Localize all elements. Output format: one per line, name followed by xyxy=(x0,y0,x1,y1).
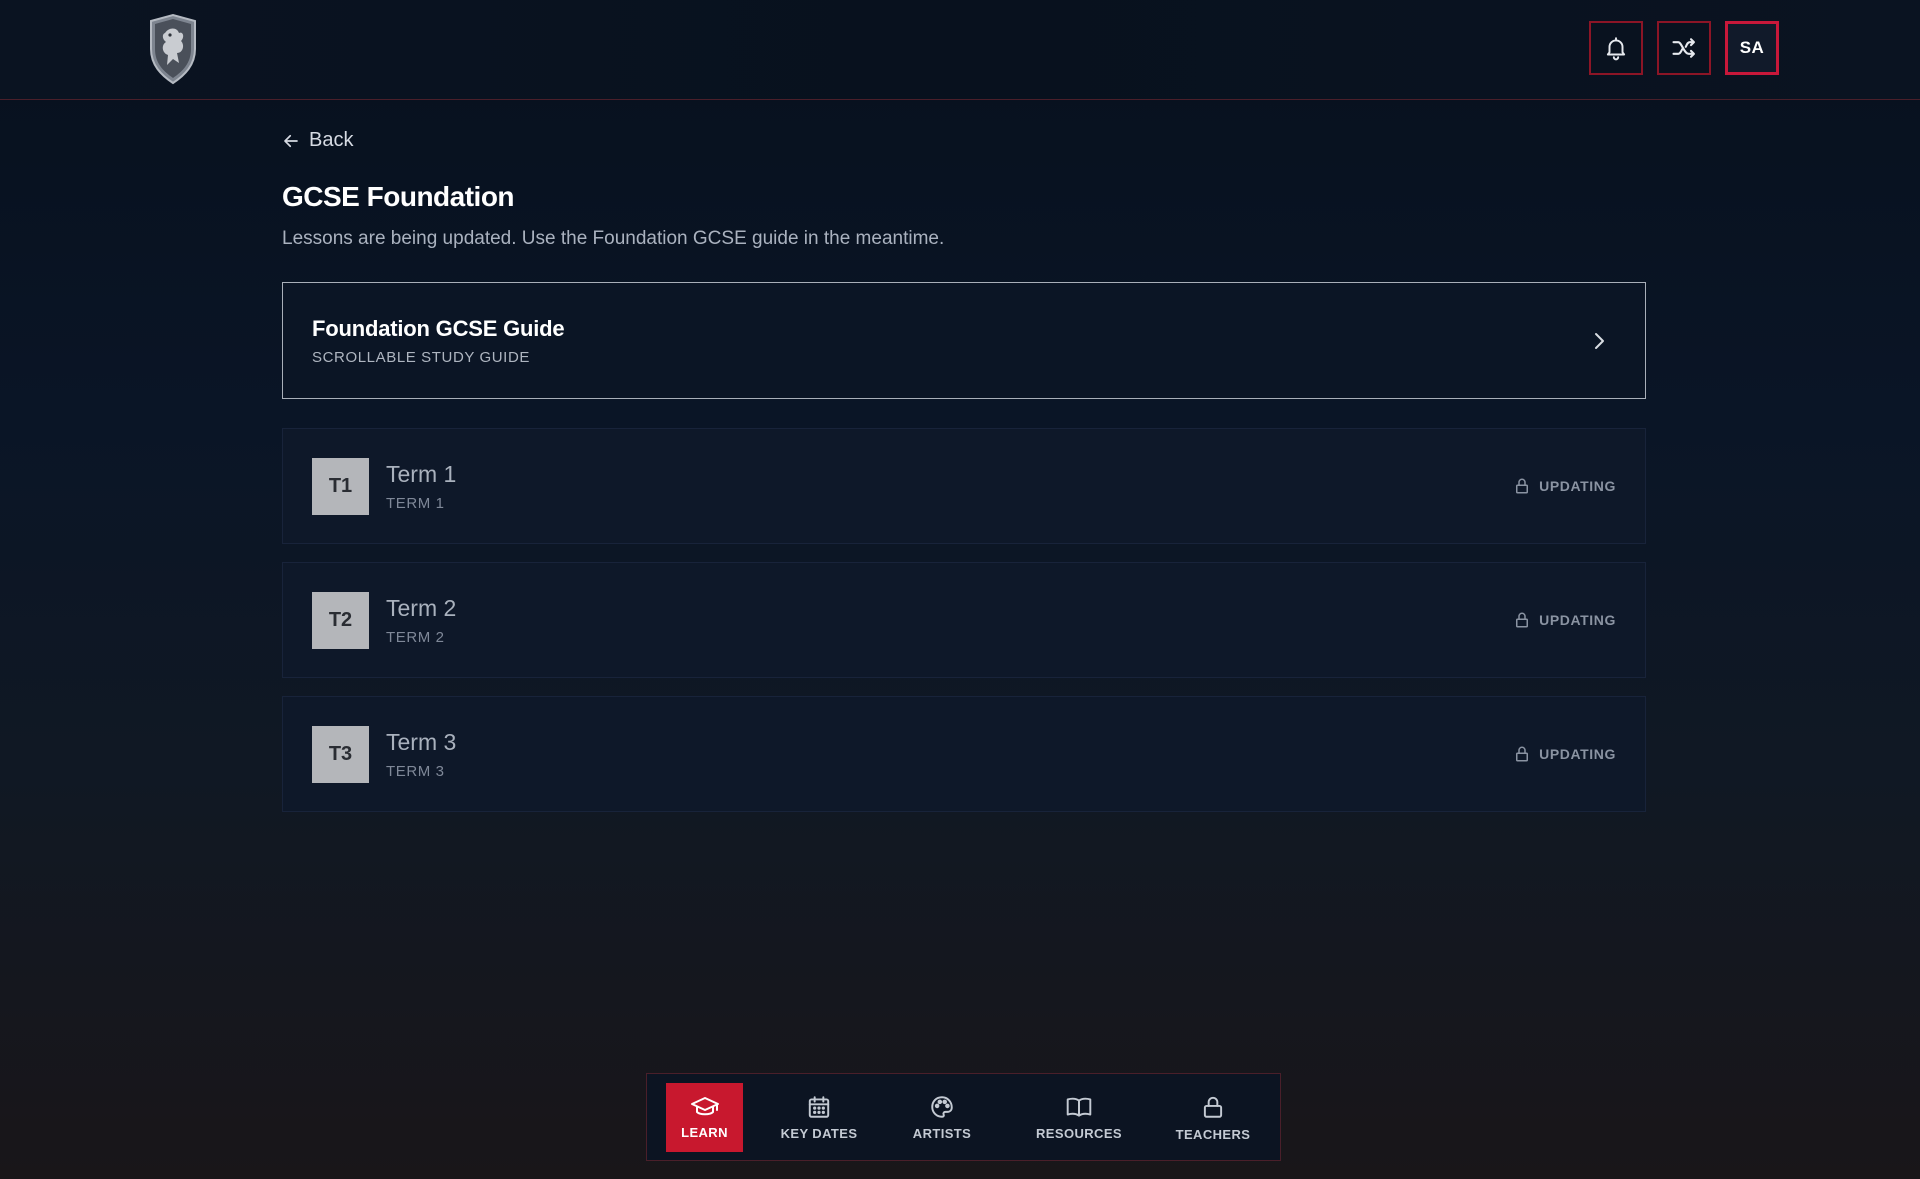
term-subtitle: TERM 1 xyxy=(386,495,445,512)
guide-title: Foundation GCSE Guide xyxy=(312,316,565,341)
nav-label: TEACHERS xyxy=(1175,1127,1251,1142)
term-subtitle: TERM 3 xyxy=(386,763,445,780)
arrow-left-icon xyxy=(284,134,298,147)
nav-label: RESOURCES xyxy=(1036,1126,1122,1141)
term-status: UPDATING xyxy=(1513,744,1616,764)
term-badge: T1 xyxy=(312,458,369,515)
term-card-2[interactable]: T2 Term 2 TERM 2 UPDATING xyxy=(282,562,1646,678)
nav-label: KEY DATES xyxy=(780,1126,858,1141)
lock-icon xyxy=(1203,1096,1223,1118)
term-subtitle: TERM 2 xyxy=(386,629,445,646)
nav-artists[interactable]: ARTISTS xyxy=(902,1083,982,1152)
avatar-initials: SA xyxy=(1739,38,1765,57)
status-label: UPDATING xyxy=(1539,612,1616,628)
term-status: UPDATING xyxy=(1513,610,1616,630)
term-status: UPDATING xyxy=(1513,476,1616,496)
back-label: Back xyxy=(309,129,354,151)
nav-label: LEARN xyxy=(681,1125,728,1140)
bottom-nav: LEARN KEY DATES ARTISTS RESOURCES TEACHE… xyxy=(646,1073,1281,1161)
term-title: Term 3 xyxy=(386,729,457,755)
nav-resources[interactable]: RESOURCES xyxy=(1029,1083,1129,1152)
foundation-guide-card[interactable]: Foundation GCSE Guide SCROLLABLE STUDY G… xyxy=(282,282,1646,399)
lock-icon xyxy=(1516,612,1529,628)
notifications-button[interactable] xyxy=(1589,21,1643,75)
lock-icon xyxy=(1516,478,1529,494)
avatar-button[interactable]: SA xyxy=(1725,21,1779,75)
shuffle-icon xyxy=(1672,38,1695,58)
nav-learn[interactable]: LEARN xyxy=(666,1083,743,1152)
palette-icon xyxy=(931,1096,953,1118)
top-bar: SA xyxy=(0,0,1920,100)
lock-icon xyxy=(1516,746,1529,762)
chevron-right-icon xyxy=(1595,333,1604,349)
status-label: UPDATING xyxy=(1539,478,1616,494)
page-subtitle: Lessons are being updated. Use the Found… xyxy=(282,228,945,249)
nav-key-dates[interactable]: KEY DATES xyxy=(771,1083,867,1152)
back-link[interactable]: Back xyxy=(282,129,353,152)
term-title: Term 2 xyxy=(386,595,457,621)
term-badge: T3 xyxy=(312,726,369,783)
term-title: Term 1 xyxy=(386,461,457,487)
shuffle-button[interactable] xyxy=(1657,21,1711,75)
term-badge: T2 xyxy=(312,592,369,649)
bell-icon xyxy=(1606,37,1626,61)
book-icon xyxy=(1066,1097,1092,1117)
term-card-1[interactable]: T1 Term 1 TERM 1 UPDATING xyxy=(282,428,1646,544)
guide-subtitle: SCROLLABLE STUDY GUIDE xyxy=(312,349,530,366)
status-label: UPDATING xyxy=(1539,746,1616,762)
nav-teachers[interactable]: TEACHERS xyxy=(1168,1083,1258,1152)
term-card-3[interactable]: T3 Term 3 TERM 3 UPDATING xyxy=(282,696,1646,812)
graduation-cap-icon xyxy=(690,1097,719,1116)
page-title: GCSE Foundation xyxy=(282,181,515,212)
nav-label: ARTISTS xyxy=(912,1126,972,1141)
crest-logo[interactable] xyxy=(145,13,201,85)
calendar-icon xyxy=(808,1096,830,1118)
